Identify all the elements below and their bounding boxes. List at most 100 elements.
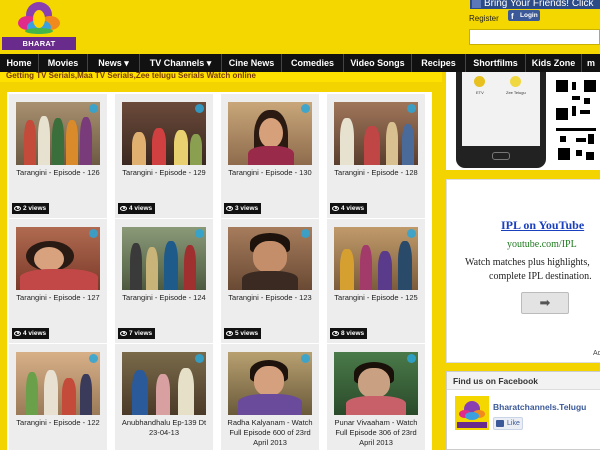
- video-thumbnail[interactable]: [334, 102, 418, 165]
- video-thumbnail[interactable]: [122, 352, 206, 415]
- nav-item-movies[interactable]: Movies: [39, 54, 88, 72]
- video-title[interactable]: Tarangini - Episode - 122: [11, 418, 105, 428]
- video-card[interactable]: Punar Vivaaham - Watch Full Episode 306 …: [327, 344, 425, 450]
- nav-item-comedies[interactable]: Comedies: [282, 54, 344, 72]
- lotus-logo-icon: [18, 2, 60, 34]
- video-title[interactable]: Tarangini - Episode - 127: [11, 293, 105, 303]
- channel-logo-icon: [407, 354, 416, 363]
- video-card[interactable]: Tarangini - Episode - 126 2 views: [9, 94, 107, 218]
- video-title[interactable]: Radha Kalyanam - Watch Full Episode 600 …: [223, 418, 317, 448]
- logo-text: BHARAT CHANNELS: [2, 37, 76, 61]
- video-thumbnail[interactable]: [16, 352, 100, 415]
- nav-item-home[interactable]: Home: [0, 54, 39, 72]
- video-title[interactable]: Tarangini - Episode - 124: [117, 293, 211, 303]
- video-thumbnail[interactable]: [16, 102, 100, 165]
- view-count-badge: 4 views: [330, 203, 368, 214]
- ad-choices-label[interactable]: Ad: [593, 350, 600, 357]
- facebook-login-button[interactable]: f Login: [508, 10, 540, 21]
- video-title[interactable]: Tarangini - Episode - 125: [329, 293, 423, 303]
- video-thumbnail[interactable]: [16, 227, 100, 290]
- view-count-badge: 5 views: [224, 328, 262, 339]
- eye-icon: [226, 205, 233, 211]
- video-thumbnail[interactable]: [228, 352, 312, 415]
- view-count: 2 views: [23, 205, 47, 212]
- video-title[interactable]: Punar Vivaaham - Watch Full Episode 306 …: [329, 418, 423, 448]
- eye-icon: [14, 205, 21, 211]
- home-button-icon: [492, 152, 510, 160]
- eye-icon: [332, 330, 339, 336]
- nav-item-kids-zone[interactable]: Kids Zone: [526, 54, 582, 72]
- nav-item-video-songs[interactable]: Video Songs: [344, 54, 412, 72]
- video-card[interactable]: Anubhandhalu Ep-139 Dt 23-04-13: [115, 344, 213, 450]
- facebook-f-icon: f: [511, 12, 514, 21]
- video-thumbnail[interactable]: [122, 102, 206, 165]
- ad-title-link[interactable]: IPL on YouTube: [501, 218, 584, 233]
- search-input[interactable]: [469, 29, 600, 45]
- video-card[interactable]: Tarangini - Episode - 122: [9, 344, 107, 450]
- video-title[interactable]: Tarangini - Episode - 130: [223, 168, 317, 178]
- view-count-badge: 2 views: [12, 203, 50, 214]
- register-link[interactable]: Register: [469, 14, 499, 23]
- view-count-badge: 3 views: [224, 203, 262, 214]
- channel-logo-icon: [89, 354, 98, 363]
- facebook-page-link[interactable]: Bharatchannels.Telugu: [493, 402, 586, 412]
- eye-icon: [226, 330, 233, 336]
- video-title[interactable]: Tarangini - Episode - 128: [329, 168, 423, 178]
- eye-icon: [120, 205, 127, 211]
- video-card[interactable]: Radha Kalyanam - Watch Full Episode 600 …: [221, 344, 319, 450]
- app-label: Zee Telugu: [506, 90, 526, 95]
- video-card[interactable]: Tarangini - Episode - 125 8 views: [327, 219, 425, 343]
- nav-item-tv-channels[interactable]: TV Channels ▾: [140, 54, 222, 72]
- site-logo[interactable]: BHARAT CHANNELS: [2, 1, 76, 61]
- channel-logo-icon: [301, 354, 310, 363]
- video-title[interactable]: Tarangini - Episode - 126: [11, 168, 105, 178]
- view-count-badge: 8 views: [330, 328, 368, 339]
- view-count: 7 views: [129, 330, 153, 337]
- ad-description-line: Watch matches plus highlights,: [465, 257, 590, 268]
- qr-code-icon: [554, 78, 598, 166]
- video-title[interactable]: Tarangini - Episode - 129: [117, 168, 211, 178]
- facebook-like-button[interactable]: Like: [493, 417, 523, 430]
- video-thumbnail[interactable]: [228, 227, 312, 290]
- channel-logo-icon: [301, 229, 310, 238]
- video-thumbnail[interactable]: [334, 352, 418, 415]
- video-title[interactable]: Anubhandhalu Ep-139 Dt 23-04-13: [117, 418, 211, 438]
- nav-item-cine-news[interactable]: Cine News: [222, 54, 282, 72]
- video-thumbnail[interactable]: [228, 102, 312, 165]
- video-thumbnail[interactable]: [122, 227, 206, 290]
- ad-go-button[interactable]: ➡: [521, 292, 569, 314]
- ad-description-line: complete IPL destination.: [489, 271, 592, 282]
- nav-item-more[interactable]: m: [582, 54, 600, 72]
- facebook-invite-text: Bring Your Friends! Click: [484, 0, 594, 9]
- view-count: 4 views: [341, 205, 365, 212]
- ipl-youtube-ad[interactable]: IPL on YouTube youtube.com/IPL Watch mat…: [446, 179, 600, 363]
- site-header: BHARAT CHANNELS Bring Your Friends! Clic…: [0, 0, 600, 61]
- mobile-app-promo[interactable]: ETV Zee Telugu: [446, 72, 600, 170]
- like-label: Like: [507, 420, 520, 427]
- phone-image: ETV Zee Telugu: [456, 72, 546, 168]
- page-avatar-icon[interactable]: [455, 396, 489, 430]
- channel-logo-icon: [195, 354, 204, 363]
- nav-item-recipes[interactable]: Recipes: [412, 54, 466, 72]
- nav-item-shortfilms[interactable]: Shortfilms: [466, 54, 526, 72]
- video-card[interactable]: Tarangini - Episode - 128 4 views: [327, 94, 425, 218]
- view-count-badge: 4 views: [12, 328, 50, 339]
- video-card[interactable]: Tarangini - Episode - 123 5 views: [221, 219, 319, 343]
- video-card[interactable]: Tarangini - Episode - 127 4 views: [9, 219, 107, 343]
- view-count: 3 views: [235, 205, 259, 212]
- main-nav: Home Movies News ▾ TV Channels ▾ Cine Ne…: [0, 54, 600, 72]
- nav-item-news[interactable]: News ▾: [88, 54, 140, 72]
- facebook-icon: [472, 0, 481, 8]
- video-card[interactable]: Tarangini - Episode - 130 3 views: [221, 94, 319, 218]
- video-card[interactable]: Tarangini - Episode - 129 4 views: [115, 94, 213, 218]
- facebook-box-header: Find us on Facebook: [447, 372, 600, 390]
- facebook-invite-banner[interactable]: Bring Your Friends! Click: [470, 0, 600, 9]
- facebook-like-box: Find us on Facebook Bharatchannels.Telug…: [446, 371, 600, 450]
- video-title[interactable]: Tarangini - Episode - 123: [223, 293, 317, 303]
- video-grid: Tarangini - Episode - 126 2 views Tarang…: [7, 92, 432, 450]
- video-card[interactable]: Tarangini - Episode - 124 7 views: [115, 219, 213, 343]
- video-thumbnail[interactable]: [334, 227, 418, 290]
- scrolling-ticker[interactable]: Getting TV Serials,Maa TV Serials,Zee te…: [0, 72, 442, 82]
- ad-url[interactable]: youtube.com/IPL: [507, 239, 577, 250]
- view-count: 8 views: [341, 330, 365, 337]
